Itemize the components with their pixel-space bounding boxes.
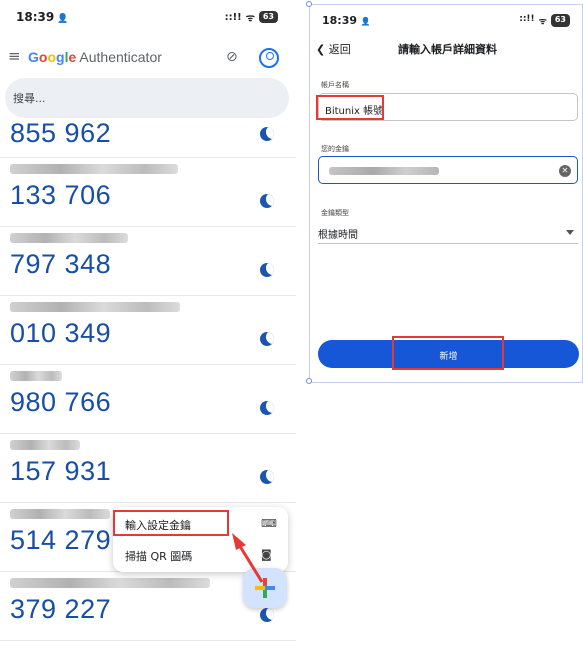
person-icon: 👤 — [360, 17, 371, 26]
key-label: 您的金鑰 — [321, 145, 349, 153]
add-fab-button[interactable] — [243, 568, 287, 608]
countdown-timer-icon — [260, 401, 274, 415]
hamburger-menu-icon[interactable]: ≡ — [8, 47, 21, 65]
search-bar[interactable]: 搜尋... — [5, 78, 289, 118]
app-bar: ≡ Google Authenticator ⊘ — [0, 44, 296, 74]
blurred-account-name — [10, 233, 128, 243]
list-item[interactable]: 010 349 — [0, 296, 296, 365]
battery-icon: 63 — [550, 14, 570, 27]
nav-bar: ❮ 返回 請輸入帳戶詳細資料 — [310, 41, 582, 61]
countdown-timer-icon — [260, 194, 274, 208]
screenshot-root: 18:39 👤 ::!! ᯤ 63 ≡ Google Authenticator … — [0, 0, 583, 657]
account-avatar-icon[interactable] — [259, 48, 279, 68]
key-type-value: 根據時間 — [318, 230, 358, 241]
status-bar: 18:39 👤 ::!! ᯤ 63 — [0, 0, 296, 34]
clear-input-icon[interactable]: ✕ — [559, 165, 571, 177]
menu-item-label: 掃描 QR 圖碼 — [125, 550, 193, 563]
countdown-timer-icon — [260, 332, 274, 346]
back-button[interactable]: ❮ 返回 — [316, 41, 351, 57]
countdown-timer-icon — [260, 127, 274, 141]
page-title: 請輸入帳戶詳細資料 — [398, 43, 497, 56]
search-placeholder: 搜尋... — [13, 92, 46, 105]
signal-icon: ::!! — [224, 11, 242, 23]
secret-key-field[interactable]: ✕ — [318, 156, 578, 184]
keyboard-icon: ⌨ — [261, 517, 277, 530]
otp-code: 379 227 — [10, 594, 112, 624]
highlight-box — [392, 336, 504, 370]
otp-code: 980 766 — [10, 387, 112, 417]
status-time: 18:39 — [322, 14, 358, 27]
list-item[interactable]: 157 931 — [0, 434, 296, 503]
app-title: Google Authenticator — [28, 49, 162, 65]
blurred-account-name — [10, 302, 180, 312]
battery-icon: 63 — [258, 11, 278, 23]
otp-code: 157 931 — [10, 456, 112, 486]
account-name-label: 帳戶名稱 — [321, 81, 349, 89]
menu-item-scan-qr[interactable]: 掃描 QR 圖碼 ◙ — [113, 540, 288, 570]
list-item[interactable]: 855 962 — [0, 118, 296, 158]
dropdown-caret-icon — [566, 230, 574, 235]
highlight-box — [316, 95, 384, 120]
blurred-account-name — [10, 371, 62, 381]
blurred-account-name — [10, 578, 210, 588]
blurred-account-name — [10, 440, 80, 450]
authenticator-home-screen: 18:39 👤 ::!! ᯤ 63 ≡ Google Authenticator … — [0, 0, 296, 657]
signal-icon: ::!! — [519, 14, 535, 24]
person-icon: 👤 — [57, 14, 69, 24]
blurred-account-name — [10, 509, 110, 519]
countdown-timer-icon — [260, 263, 274, 277]
highlight-box — [113, 510, 229, 536]
key-type-select[interactable]: 根據時間 — [318, 218, 578, 244]
otp-code: 797 348 — [10, 249, 112, 279]
countdown-timer-icon — [260, 470, 274, 484]
wifi-icon: ᯤ — [538, 17, 547, 27]
countdown-timer-icon — [260, 608, 274, 622]
wifi-icon: ᯤ — [245, 13, 255, 24]
blurred-account-name — [10, 164, 178, 174]
otp-code: 514 279 — [10, 525, 112, 555]
account-details-screen: 18:39 👤 ::!! ᯤ 63 ❮ 返回 請輸入帳戶詳細資料 帳戶名稱 Bi… — [306, 1, 583, 384]
list-item[interactable]: 797 348 — [0, 227, 296, 296]
app-title-text: Authenticator — [79, 49, 162, 65]
key-type-label: 金鑰類型 — [321, 209, 349, 217]
otp-code: 133 706 — [10, 180, 112, 210]
blurred-key-value — [329, 167, 439, 175]
chevron-left-icon: ❮ — [316, 43, 326, 56]
status-time: 18:39 — [16, 10, 55, 24]
status-bar: 18:39 👤 ::!! ᯤ 63 — [310, 5, 582, 35]
otp-code: 010 349 — [10, 318, 112, 348]
list-item[interactable]: 133 706 — [0, 158, 296, 227]
otp-code: 855 962 — [10, 118, 112, 148]
camera-icon: ◙ — [261, 548, 272, 561]
list-item[interactable]: 980 766 — [0, 365, 296, 434]
selection-handle — [306, 378, 312, 384]
hide-codes-icon[interactable]: ⊘ — [226, 49, 238, 65]
